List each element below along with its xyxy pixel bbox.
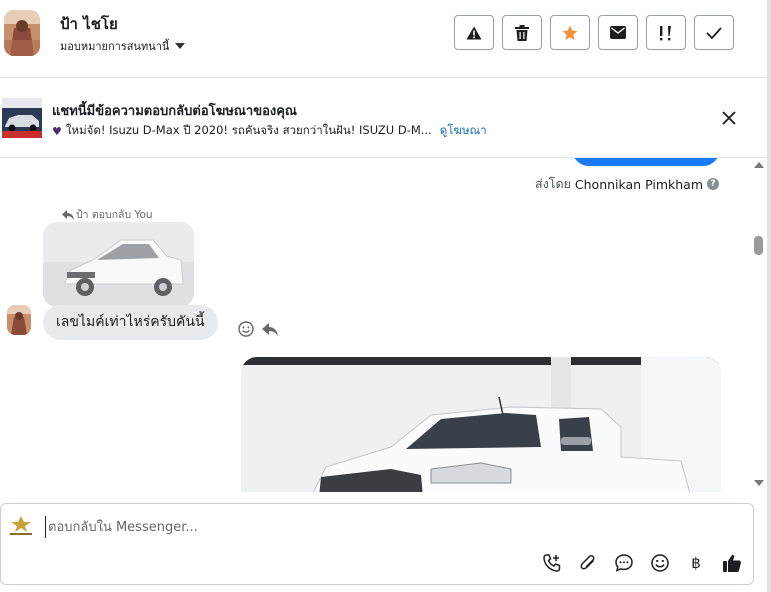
envelope-icon (610, 26, 626, 39)
assign-conversation-dropdown[interactable]: มอบหมายการสนทนานี้ (60, 37, 186, 55)
star-icon (562, 25, 578, 40)
saved-replies-button[interactable] (613, 552, 635, 574)
scroll-up-arrow-icon[interactable] (754, 162, 764, 168)
ad-banner-line: ♥ ใหม่จัด! Isuzu D-Max ปี 2020! รถคันจริ… (52, 122, 487, 140)
baht-icon: ฿ (691, 554, 701, 572)
window-edge (767, 0, 771, 592)
thread-scrollbar[interactable] (751, 158, 767, 492)
attach-button[interactable] (577, 552, 599, 574)
reply-arrow-icon (62, 209, 74, 220)
ad-banner-title: แชทนี้มีข้อความตอบกลับต่อโฆษณาของคุณ (52, 104, 297, 119)
sender-name: Chonnikan Pimkham (574, 176, 703, 192)
warning-icon (466, 26, 482, 39)
mark-unread-button[interactable] (598, 15, 638, 50)
incoming-message-bubble: เลขไมค์เท่าไหร่ครับคันนี้ (43, 305, 218, 340)
ad-text: ใหม่จัด! Isuzu D-Max ปี 2020! รถคันจริง … (65, 123, 432, 137)
conversation-toolbar (454, 15, 734, 50)
reply-icon (262, 323, 278, 336)
thumbs-up-icon (723, 554, 741, 572)
reply-context: ป้า ตอบกลับ You (62, 206, 153, 223)
delete-button[interactable] (502, 15, 542, 50)
scroll-thumb[interactable] (754, 236, 763, 255)
like-button[interactable] (721, 552, 743, 574)
follow-up-button[interactable] (646, 15, 686, 50)
paperclip-icon (580, 555, 595, 570)
caret-down-icon (175, 43, 186, 49)
heart-icon: ♥ (52, 124, 62, 138)
message-input[interactable] (45, 516, 645, 538)
sent-by-label: ส่งโดย Chonnikan Pimkham ? (535, 174, 719, 194)
phone-add-icon (543, 554, 561, 572)
reply-button[interactable] (262, 321, 278, 340)
sender-avatar[interactable] (7, 305, 31, 335)
payment-button[interactable]: ฿ (685, 552, 707, 574)
replied-photo-thumbnail[interactable] (43, 222, 194, 307)
contact-avatar[interactable] (4, 10, 40, 56)
view-ad-link[interactable]: ดูโฆษณา (440, 122, 487, 140)
composer-tools: ฿ (541, 552, 743, 574)
report-button[interactable] (454, 15, 494, 50)
outgoing-message-bubble (572, 158, 720, 166)
star-button[interactable] (550, 15, 590, 50)
outgoing-photo[interactable] (241, 357, 721, 492)
scroll-down-arrow-icon[interactable] (754, 480, 764, 486)
page-logo (7, 514, 35, 538)
assign-label: มอบหมายการสนทนานี้ (60, 40, 170, 53)
trash-icon (515, 24, 529, 41)
conversation-header: ป้า ไชโย มอบหมายการสนทนานี้ (0, 0, 767, 78)
reply-context-text: ป้า ตอบกลับ You (76, 209, 153, 221)
help-icon[interactable]: ? (707, 178, 719, 190)
react-button[interactable] (238, 321, 254, 341)
exclamation-icon (660, 25, 671, 40)
close-icon (722, 111, 736, 125)
smiley-icon (238, 321, 254, 337)
ad-reply-banner: แชทนี้มีข้อความตอบกลับต่อโฆษณาของคุณ ♥ ใ… (0, 78, 767, 158)
message-composer: ฿ (0, 503, 754, 585)
emoji-button[interactable] (649, 552, 671, 574)
check-icon (706, 26, 722, 39)
contact-name: ป้า ไชโย (60, 15, 118, 33)
mark-done-button[interactable] (694, 15, 734, 50)
ad-thumbnail (2, 98, 42, 138)
message-thread[interactable]: ส่งโดย Chonnikan Pimkham ? ป้า ตอบกลับ Y… (0, 158, 767, 492)
close-banner-button[interactable] (721, 110, 737, 126)
sent-by-prefix: ส่งโดย (535, 176, 571, 191)
call-button[interactable] (541, 552, 563, 574)
chat-bubble-icon (615, 554, 633, 572)
emoji-icon (651, 554, 669, 572)
